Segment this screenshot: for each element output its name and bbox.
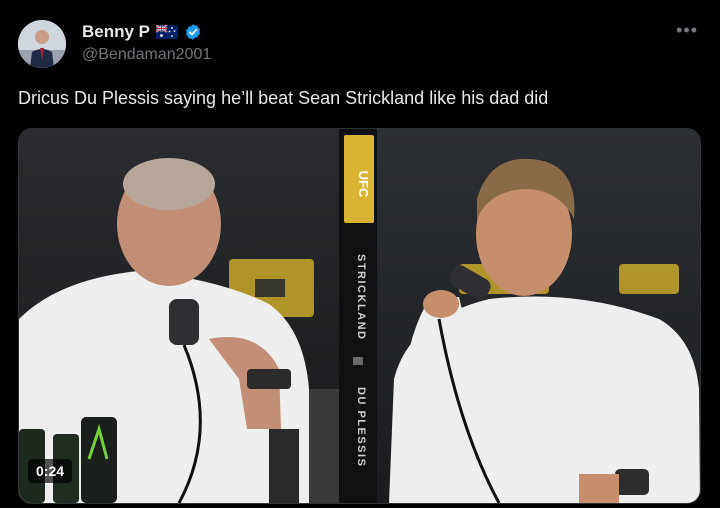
video-frame: UFC STRICKLAND DU PLESSIS [19, 129, 700, 503]
tweet-text: Dricus Du Plessis saying he’ll beat Sean… [18, 88, 549, 108]
banner-fighter-name-2: DU PLESSIS [355, 387, 367, 467]
author-handle[interactable]: @Bendaman2001 [82, 46, 211, 64]
avatar[interactable] [18, 20, 66, 68]
banner-fighter-name-1: STRICKLAND [355, 254, 367, 341]
verified-badge-icon [184, 23, 202, 41]
video-player[interactable]: UFC STRICKLAND DU PLESSIS 0:24 [18, 128, 701, 504]
tweet-header: Benny P @Bendaman2001 ••• [0, 0, 720, 80]
australia-flag-icon [155, 24, 179, 39]
more-options-icon[interactable]: ••• [676, 20, 698, 41]
banner-ufc-logo: UFC [356, 171, 371, 198]
author-name-row: Benny P [82, 22, 202, 42]
author-display-name[interactable]: Benny P [82, 22, 150, 42]
video-timestamp: 0:24 [28, 459, 73, 483]
